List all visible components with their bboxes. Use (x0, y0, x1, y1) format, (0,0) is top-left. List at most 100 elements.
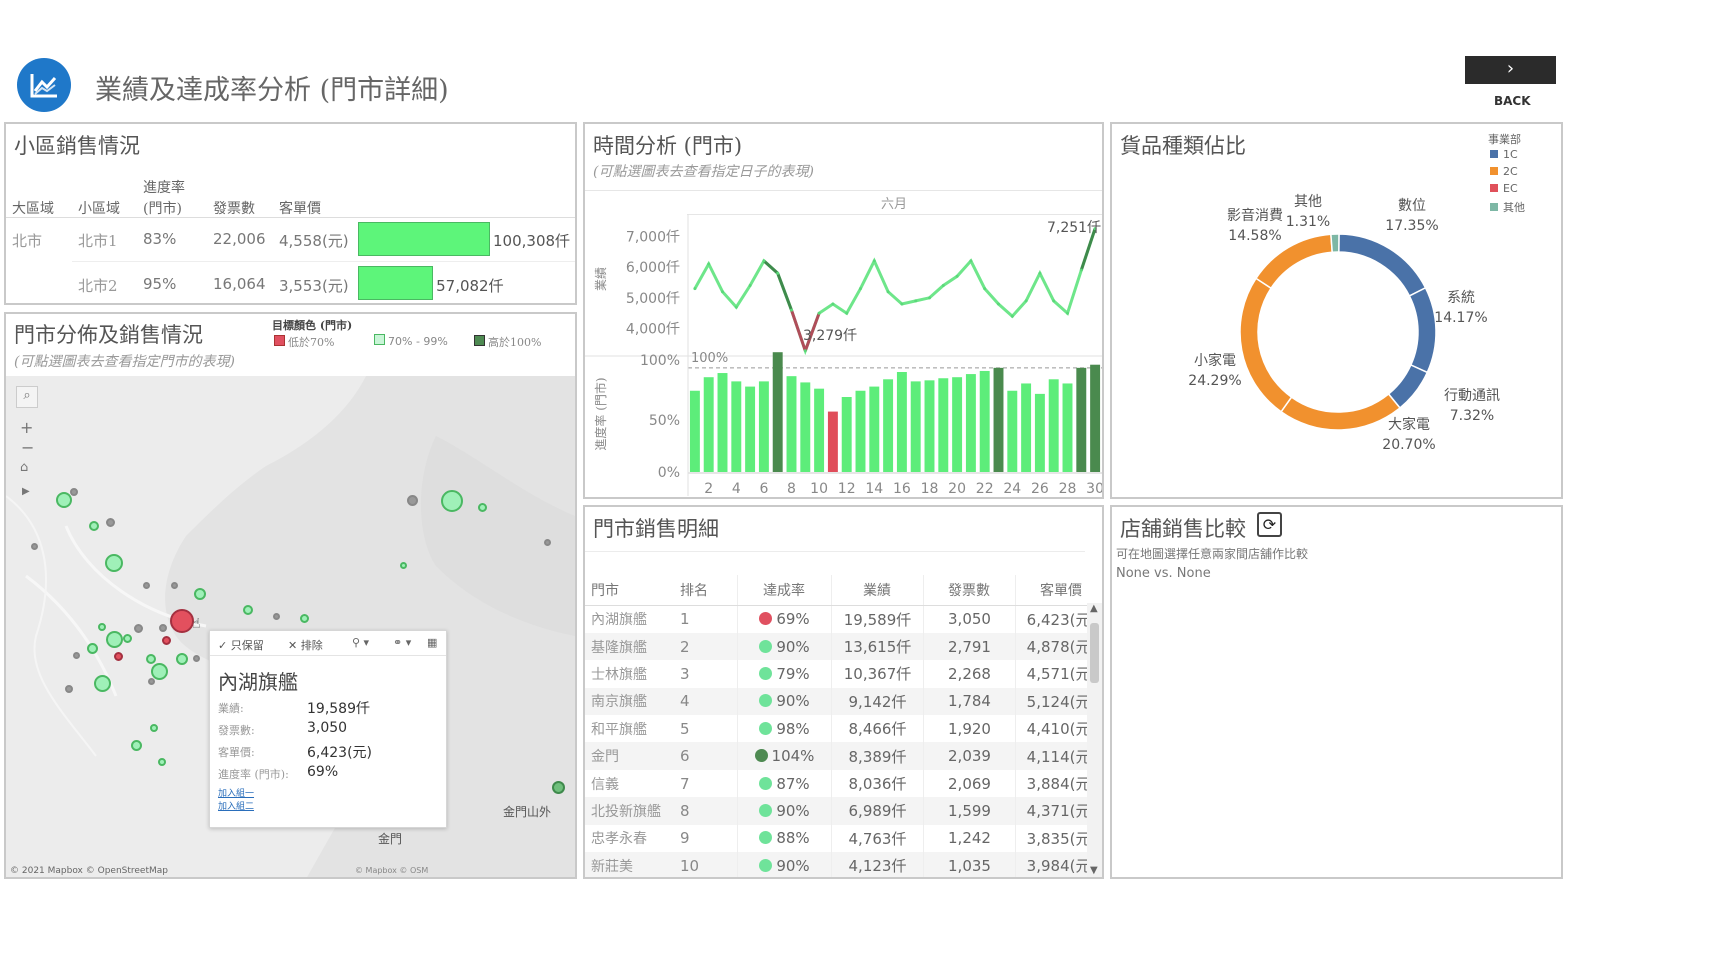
store-marker[interactable] (159, 624, 167, 632)
store-marker[interactable] (170, 609, 194, 633)
table-row[interactable]: 基隆旗艦 2 90% 13,615仟 2,791 4,878(元) (585, 632, 1102, 661)
donut-slice[interactable] (1408, 286, 1437, 374)
store-marker[interactable] (150, 662, 168, 680)
scroll-up-icon[interactable]: ▲ (1090, 603, 1098, 614)
store-marker[interactable] (105, 554, 123, 572)
col-header-avg: 客單價 (279, 201, 321, 217)
rate-bar (1048, 379, 1059, 472)
add-group-2-link[interactable]: 加入組二 (218, 799, 254, 812)
store-marker[interactable] (170, 581, 178, 589)
zoom-out-icon[interactable]: − (21, 438, 34, 457)
store-marker[interactable] (130, 739, 142, 751)
store-marker[interactable] (194, 588, 206, 600)
legend-item-low[interactable]: 低於70% (274, 334, 334, 350)
store-marker[interactable] (399, 561, 407, 569)
donut-slice[interactable] (1280, 392, 1402, 431)
table-row[interactable]: 金門 6 104% 8,389仟 2,039 4,114(元) (585, 742, 1102, 770)
store-marker[interactable] (86, 642, 98, 654)
donut-slice[interactable] (1239, 277, 1293, 413)
store-marker[interactable] (70, 488, 78, 496)
table-view-icon[interactable]: ▦ (427, 636, 437, 649)
store-marker[interactable] (551, 780, 565, 794)
exclude-button[interactable]: ✕ 排除 (288, 637, 323, 653)
store-marker[interactable] (406, 494, 418, 506)
store-marker[interactable] (30, 542, 38, 550)
store-marker[interactable] (441, 490, 463, 512)
store-marker[interactable] (146, 654, 156, 664)
store-marker[interactable] (192, 654, 200, 662)
col-header[interactable]: 發票數 (923, 575, 1016, 606)
map-search-icon[interactable]: ⌕ (16, 386, 38, 408)
bar-y-tick: 50% (649, 413, 680, 429)
store-marker[interactable] (122, 633, 132, 643)
table-row[interactable]: 南京旗艦 4 90% 9,142仟 1,784 5,124(元) (585, 687, 1102, 716)
tooltip-value: 19,589仟 (307, 701, 370, 717)
table-row[interactable]: 北投新旗艦 8 90% 6,989仟 1,599 4,371(元) (585, 797, 1102, 825)
time-chart[interactable]: 7,000仟 6,000仟 5,000仟 4,000仟 業績 7,251仟 3,279仟 10… (585, 124, 1102, 497)
donut-slice[interactable] (1330, 233, 1340, 254)
x-tick-label: 6 (759, 481, 768, 497)
table-row[interactable]: 新莊美 10 90% 4,123仟 1,035 3,984(元) (585, 852, 1102, 877)
donut-slice[interactable] (1338, 233, 1427, 297)
invoices-cell: 2,069 (923, 769, 1016, 798)
store-marker[interactable] (176, 653, 188, 665)
store-marker[interactable] (142, 581, 150, 589)
sales-point (721, 290, 724, 294)
slice-percent: 7.32% (1450, 408, 1494, 424)
back-button[interactable]: › (1465, 56, 1556, 84)
store-marker[interactable] (72, 651, 80, 659)
table-row[interactable]: 和平旗艦 5 98% 8,466仟 1,920 4,410(元) (585, 715, 1102, 743)
store-marker[interactable] (243, 605, 253, 615)
map-canvas[interactable]: ⌕ + − ⌂ ▶ 金門 金門山外 © 2021 Mapbox © OpenSt… (6, 376, 575, 877)
scroll-thumb[interactable] (1090, 623, 1099, 683)
status-dot (759, 831, 773, 845)
refresh-button[interactable]: ⟳ (1257, 512, 1282, 537)
store-marker[interactable] (65, 685, 73, 693)
table-row[interactable]: 士林旗艦 3 79% 10,367仟 2,268 4,571(元) (585, 660, 1102, 688)
slice-label: 影音消費 (1227, 207, 1283, 224)
table-row[interactable]: 信義 7 87% 8,036仟 2,069 3,884(元) (585, 769, 1102, 798)
store-marker[interactable] (89, 521, 99, 531)
store-marker[interactable] (150, 724, 158, 732)
scrollbar[interactable]: ▲ ▼ (1087, 603, 1102, 877)
sales-cell: 8,389仟 (831, 742, 924, 770)
sales-cell: 8,036仟 (831, 769, 924, 798)
scroll-down-icon[interactable]: ▼ (1090, 865, 1098, 876)
store-marker[interactable] (299, 613, 309, 623)
status-dot (759, 639, 773, 653)
table-row[interactable]: 忠孝永春 9 88% 4,763仟 1,242 3,835(元) (585, 824, 1102, 853)
store-marker[interactable] (113, 651, 123, 661)
store-marker[interactable] (98, 623, 106, 631)
legend-item-mid[interactable]: 70% - 99% (374, 334, 448, 348)
map-panel-subtitle: (可點選圖表去查看指定門市的表現) (14, 354, 235, 370)
add-group-1-link[interactable]: 加入組一 (218, 786, 254, 799)
donut-chart[interactable]: 數位 17.35% 系統 14.17% 行動通訊 7.32% 大家電 20.70% 小家電 24.… (1112, 124, 1561, 497)
col-header[interactable]: 達成率 (737, 575, 832, 606)
group-icon[interactable]: ⚲ ▾ (352, 636, 369, 649)
home-icon[interactable]: ⌂ (20, 460, 28, 475)
store-marker[interactable] (105, 517, 115, 527)
col-header[interactable]: 業績 (831, 575, 924, 606)
play-icon[interactable]: ▶ (22, 486, 30, 497)
store-marker[interactable] (477, 502, 487, 512)
store-marker[interactable] (56, 492, 72, 508)
col-header[interactable]: 排名 (674, 575, 738, 606)
link-icon[interactable]: ⚭ ▾ (393, 636, 411, 649)
store-marker[interactable] (133, 623, 143, 633)
store-marker[interactable] (161, 635, 171, 645)
back-label[interactable]: BACK (1494, 94, 1531, 108)
reference-label: 100% (691, 351, 728, 366)
store-marker[interactable] (93, 674, 111, 692)
store-marker[interactable] (105, 630, 123, 648)
keep-only-button[interactable]: ✓ 只保留 (218, 637, 264, 653)
rate-cell: 90% (737, 632, 832, 661)
table-row[interactable]: 內湖旗艦 1 69% 19,589仟 3,050 6,423(元) (585, 605, 1102, 633)
store-marker[interactable] (147, 677, 155, 685)
legend-item-high[interactable]: 高於100% (474, 334, 541, 350)
store-marker[interactable] (543, 538, 551, 546)
store-marker[interactable] (272, 612, 280, 620)
zoom-in-icon[interactable]: + (20, 418, 33, 437)
col-header[interactable]: 門市 (585, 575, 674, 606)
col-header[interactable]: 客單價 (1015, 575, 1102, 606)
store-marker[interactable] (158, 758, 166, 766)
